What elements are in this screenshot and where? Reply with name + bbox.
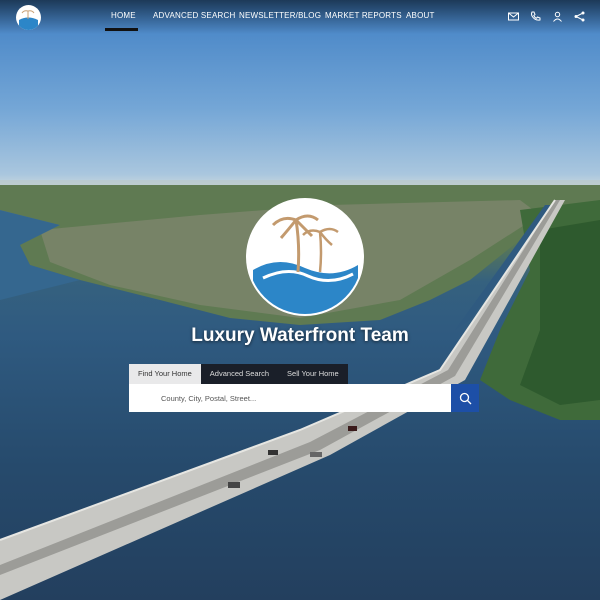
user-icon[interactable] <box>551 10 564 23</box>
search-tabs: Find Your Home Advanced Search Sell Your… <box>129 364 348 384</box>
mail-icon[interactable] <box>507 10 520 23</box>
tab-sell-your-home[interactable]: Sell Your Home <box>278 364 348 384</box>
search-input[interactable] <box>129 384 451 412</box>
nav-item-home[interactable]: HOME <box>111 11 136 20</box>
site-logo-small[interactable] <box>16 5 41 30</box>
share-icon[interactable] <box>573 10 586 23</box>
hero-headline: Luxury Waterfront Team <box>191 325 409 346</box>
nav-item-advanced-search[interactable]: ADVANCED SEARCH <box>153 11 235 20</box>
tab-find-your-home[interactable]: Find Your Home <box>129 364 201 384</box>
tab-advanced-search[interactable]: Advanced Search <box>200 364 279 384</box>
palm-wave-logo-icon <box>253 214 358 314</box>
header-bar: HOME ADVANCED SEARCH NEWSLETTER/BLOG MAR… <box>0 0 600 34</box>
search-button[interactable] <box>451 384 479 412</box>
nav-item-newsletter-blog[interactable]: NEWSLETTER/BLOG <box>239 11 321 20</box>
nav-active-indicator <box>105 28 138 31</box>
phone-icon[interactable] <box>529 10 542 23</box>
search-bar <box>129 384 479 412</box>
center-logo <box>246 198 364 316</box>
search-icon <box>459 392 471 404</box>
nav-item-market-reports[interactable]: MARKET REPORTS <box>325 11 402 20</box>
palm-logo-icon <box>19 10 38 30</box>
nav-item-about[interactable]: ABOUT <box>406 11 435 20</box>
header-icons <box>507 10 586 23</box>
